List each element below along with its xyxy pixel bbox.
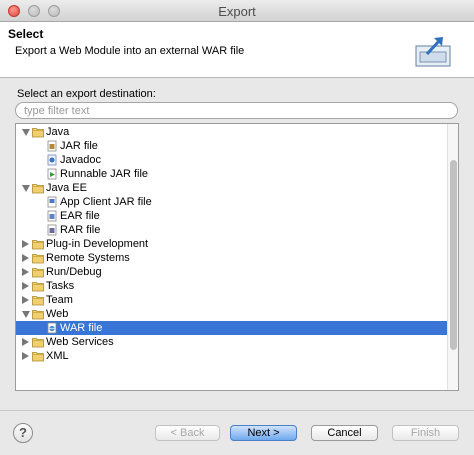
- tree-item-label: Plug-in Development: [46, 238, 149, 250]
- tree-item-runnable-jar-file[interactable]: Runnable JAR file: [16, 167, 448, 181]
- runnable-jar-icon: [46, 168, 58, 180]
- next-button[interactable]: Next >: [230, 425, 297, 441]
- tree-item-label: Team: [46, 294, 73, 306]
- disclosure-closed-icon[interactable]: [22, 240, 29, 248]
- folder-icon: [32, 336, 44, 348]
- war-file-icon: [46, 322, 58, 334]
- folder-icon: [32, 350, 44, 362]
- tree-item-label: EAR file: [60, 210, 100, 222]
- help-button[interactable]: ?: [13, 423, 33, 443]
- tree-scrollbar[interactable]: [447, 124, 458, 390]
- disclosure-closed-icon[interactable]: [22, 254, 29, 262]
- cancel-button[interactable]: Cancel: [311, 425, 378, 441]
- tree-item-tasks[interactable]: Tasks: [16, 279, 448, 293]
- disclosure-closed-icon[interactable]: [22, 338, 29, 346]
- rar-file-icon: [46, 224, 58, 236]
- back-button[interactable]: < Back: [155, 425, 220, 441]
- jar-file-icon: [46, 140, 58, 152]
- wizard-header: Select Export a Web Module into an exter…: [0, 22, 474, 78]
- tree-item-web[interactable]: Web: [16, 307, 448, 321]
- filter-input[interactable]: [15, 102, 458, 119]
- finish-button[interactable]: Finish: [392, 425, 459, 441]
- tree-item-rar-file[interactable]: RAR file: [16, 223, 448, 237]
- tree-item-xml[interactable]: XML: [16, 349, 448, 363]
- tree-item-app-client-jar-file[interactable]: App Client JAR file: [16, 195, 448, 209]
- export-wizard-icon: [415, 37, 451, 67]
- title-bar: Export: [0, 0, 474, 22]
- tree-item-label: Run/Debug: [46, 266, 102, 278]
- button-bar-separator: [0, 410, 474, 411]
- folder-icon: [32, 280, 44, 292]
- destination-label: Select an export destination:: [17, 88, 156, 100]
- tree-item-remote-systems[interactable]: Remote Systems: [16, 251, 448, 265]
- folder-icon: [32, 238, 44, 250]
- tree-item-label: Java: [46, 126, 70, 138]
- tree-item-label: Java EE: [46, 182, 87, 194]
- disclosure-closed-icon[interactable]: [22, 268, 29, 276]
- tree-item-label: XML: [46, 350, 69, 362]
- app-client-jar-icon: [46, 196, 58, 208]
- tree-item-label: Runnable JAR file: [60, 168, 149, 180]
- tree-item-label: Remote Systems: [46, 252, 130, 264]
- tree-item-jar-file[interactable]: JAR file: [16, 139, 448, 153]
- tree-item-run-debug[interactable]: Run/Debug: [16, 265, 448, 279]
- tree-item-label: Tasks: [46, 280, 75, 292]
- tree-item-javadoc[interactable]: Javadoc: [16, 153, 448, 167]
- page-description: Export a Web Module into an external WAR…: [15, 45, 245, 57]
- disclosure-closed-icon[interactable]: [22, 296, 29, 304]
- tree-item-label: App Client JAR file: [60, 196, 152, 208]
- ear-file-icon: [46, 210, 58, 222]
- tree-item-label: RAR file: [60, 224, 101, 236]
- folder-icon: [32, 126, 44, 138]
- tree-item-label: Web Services: [46, 336, 114, 348]
- folder-icon: [32, 266, 44, 278]
- javadoc-icon: [46, 154, 58, 166]
- tree-item-war-file[interactable]: WAR file: [16, 321, 448, 335]
- disclosure-closed-icon[interactable]: [22, 282, 29, 290]
- tree-item-java-ee[interactable]: Java EE: [16, 181, 448, 195]
- tree-item-label: JAR file: [60, 140, 98, 152]
- scrollbar-thumb[interactable]: [450, 160, 457, 350]
- tree-item-label: Javadoc: [60, 154, 101, 166]
- disclosure-open-icon[interactable]: [22, 311, 30, 318]
- tree-item-label: WAR file: [60, 322, 103, 334]
- tree-item-java[interactable]: Java: [16, 125, 448, 139]
- tree-item-label: Web: [46, 308, 69, 320]
- disclosure-closed-icon[interactable]: [22, 352, 29, 360]
- tree-item-team[interactable]: Team: [16, 293, 448, 307]
- folder-icon: [32, 294, 44, 306]
- tree-item-ear-file[interactable]: EAR file: [16, 209, 448, 223]
- folder-icon: [32, 182, 44, 194]
- tree-item-web-services[interactable]: Web Services: [16, 335, 448, 349]
- page-title: Select: [8, 27, 44, 41]
- disclosure-open-icon[interactable]: [22, 129, 30, 136]
- folder-icon: [32, 308, 44, 320]
- window-title: Export: [218, 4, 256, 19]
- folder-icon: [32, 252, 44, 264]
- disclosure-open-icon[interactable]: [22, 185, 30, 192]
- destination-tree[interactable]: XML Web Services WAR file Web Team Tasks Run/D…: [15, 123, 459, 391]
- tree-item-plug-in-development[interactable]: Plug-in Development: [16, 237, 448, 251]
